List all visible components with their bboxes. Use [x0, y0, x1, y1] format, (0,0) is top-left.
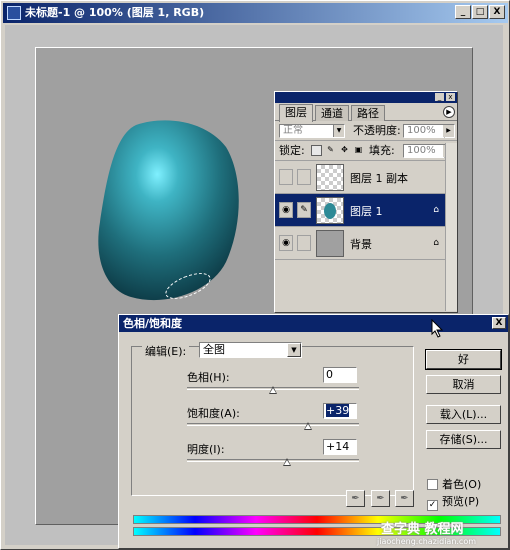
dialog-titlebar[interactable]: 色相/饱和度 X	[119, 315, 508, 332]
lock-transparency-icon[interactable]	[311, 145, 322, 156]
panel-minimize-button[interactable]: _	[435, 93, 444, 101]
cancel-button[interactable]: 取消	[426, 375, 501, 394]
photoshop-document-window: 未标题-1 @ 100% (图层 1, RGB) _ □ X _ x 图层 通道…	[0, 0, 510, 550]
lock-position-move-icon[interactable]: ✥	[339, 145, 350, 156]
layers-panel-tabs: 图层 通道 路径 ▶	[275, 103, 457, 122]
dialog-close-button[interactable]: X	[492, 317, 506, 329]
teal-blob-shape	[98, 120, 239, 301]
maximize-button[interactable]: □	[472, 5, 488, 19]
tab-layers[interactable]: 图层	[279, 104, 313, 122]
lightness-slider-knob[interactable]	[283, 458, 291, 466]
load-button[interactable]: 载入(L)...	[426, 405, 501, 424]
chevron-down-icon: ▼	[333, 125, 344, 137]
fill-input[interactable]: 100%	[403, 144, 445, 158]
layer-name: 图层 1	[350, 205, 383, 218]
blend-mode-value: 正常	[283, 125, 303, 136]
lock-all-icon[interactable]: ▣	[353, 145, 364, 156]
lightness-value: +14	[326, 440, 350, 453]
layer-thumbnail-transparent	[316, 164, 344, 191]
window-title: 未标题-1 @ 100% (图层 1, RGB)	[25, 6, 205, 19]
eye-icon[interactable]: ◉	[279, 202, 293, 218]
checkbox-box[interactable]	[427, 479, 438, 490]
edit-range-value: 全图	[203, 343, 225, 356]
watermark-url: jiaocheng.chazidian.com	[377, 537, 477, 546]
lightness-label: 明度(I):	[187, 443, 225, 456]
layers-panel-header[interactable]: _ x	[275, 92, 457, 103]
app-icon	[7, 6, 21, 20]
layer-thumbnail-blob	[316, 197, 344, 224]
saturation-value: +39	[326, 404, 350, 417]
lightness-input[interactable]: +14	[323, 439, 357, 455]
layer-name: 背景	[350, 238, 372, 251]
close-button[interactable]: X	[489, 5, 505, 19]
lock-label: 锁定:	[279, 144, 305, 157]
layers-panel: _ x 图层 通道 路径 ▶ 正常 ▼ 不透明度: 100% ▶ 锁定: ✎ ✥ …	[274, 91, 458, 313]
lock-fill-row: 锁定: ✎ ✥ ▣ 填充: 100% ▶	[275, 141, 457, 161]
checkbox-box-checked[interactable]: ✓	[427, 500, 438, 511]
ok-button[interactable]: 好	[425, 349, 502, 370]
panel-menu-arrow-icon[interactable]: ▶	[443, 106, 455, 118]
layer-row-copy[interactable]: 图层 1 副本	[275, 161, 457, 194]
layer-lock-icon: ⌂	[433, 205, 439, 215]
window-titlebar[interactable]: 未标题-1 @ 100% (图层 1, RGB)	[3, 3, 508, 23]
edit-range-select[interactable]: 全图 ▼	[199, 342, 302, 358]
saturation-slider-knob[interactable]	[304, 422, 312, 430]
hue-label: 色相(H):	[187, 371, 230, 384]
chevron-down-icon: ▼	[287, 343, 301, 357]
layer-row-selected[interactable]: ◉ ✎ 图层 1 ⌂	[275, 194, 457, 227]
saturation-input[interactable]: +39	[323, 403, 357, 419]
layer-lock-icon: ⌂	[433, 238, 439, 248]
blend-mode-select[interactable]: 正常 ▼	[279, 124, 345, 138]
eyedropper-icon[interactable]: ✒	[346, 490, 365, 507]
dialog-title: 色相/饱和度	[123, 317, 183, 330]
fill-value: 100%	[407, 145, 436, 156]
lock-image-brush-icon[interactable]: ✎	[325, 145, 336, 156]
fill-label: 填充:	[369, 144, 395, 157]
eyedropper-minus-icon[interactable]: ✒	[395, 490, 414, 507]
edit-label: 编辑(E):	[142, 343, 190, 359]
link-toggle-empty[interactable]	[297, 169, 311, 185]
layer-thumbnail-gray	[316, 230, 344, 257]
opacity-value: 100%	[407, 125, 436, 136]
lightness-slider[interactable]	[187, 458, 359, 466]
tab-paths[interactable]: 路径	[351, 105, 385, 121]
minimize-button[interactable]: _	[455, 5, 471, 19]
brush-icon[interactable]: ✎	[297, 202, 311, 218]
opacity-label: 不透明度:	[353, 124, 401, 137]
layer-name: 图层 1 副本	[350, 172, 408, 185]
eyedropper-plus-icon[interactable]: ✒	[371, 490, 390, 507]
hue-value: 0	[326, 368, 333, 381]
opacity-input[interactable]: 100%	[403, 124, 445, 138]
watermark-text: 查字典 教程网	[381, 522, 464, 537]
hue-input[interactable]: 0	[323, 367, 357, 383]
saturation-label: 饱和度(A):	[187, 407, 240, 420]
layers-scrollbar[interactable]	[445, 143, 457, 311]
adjustment-group	[131, 346, 414, 496]
hue-slider[interactable]	[187, 386, 359, 394]
eye-icon[interactable]: ◉	[279, 235, 293, 251]
preview-checkbox[interactable]: ✓ 预览(P)	[427, 493, 479, 511]
hue-saturation-dialog: 色相/饱和度 X 编辑(E): 全图 ▼ 色相(H): 0 饱和度(A): +3…	[118, 314, 509, 549]
panel-close-button[interactable]: x	[446, 93, 455, 101]
opacity-arrow-button[interactable]: ▶	[443, 124, 455, 138]
preview-label: 预览(P)	[442, 495, 480, 508]
saturation-slider[interactable]	[187, 422, 359, 430]
layer-row-background[interactable]: ◉ 背景 ⌂	[275, 227, 457, 260]
colorize-checkbox[interactable]: 着色(O)	[427, 476, 481, 492]
colorize-label: 着色(O)	[442, 478, 482, 491]
chevron-right-icon: ▶	[443, 125, 454, 137]
mouse-cursor-icon	[431, 319, 444, 338]
hue-slider-knob[interactable]	[269, 386, 277, 394]
visibility-toggle-empty[interactable]	[279, 169, 293, 185]
tab-channels[interactable]: 通道	[315, 105, 349, 121]
save-button[interactable]: 存储(S)...	[426, 430, 501, 449]
link-toggle-empty[interactable]	[297, 235, 311, 251]
blend-opacity-row: 正常 ▼ 不透明度: 100% ▶	[275, 121, 457, 141]
